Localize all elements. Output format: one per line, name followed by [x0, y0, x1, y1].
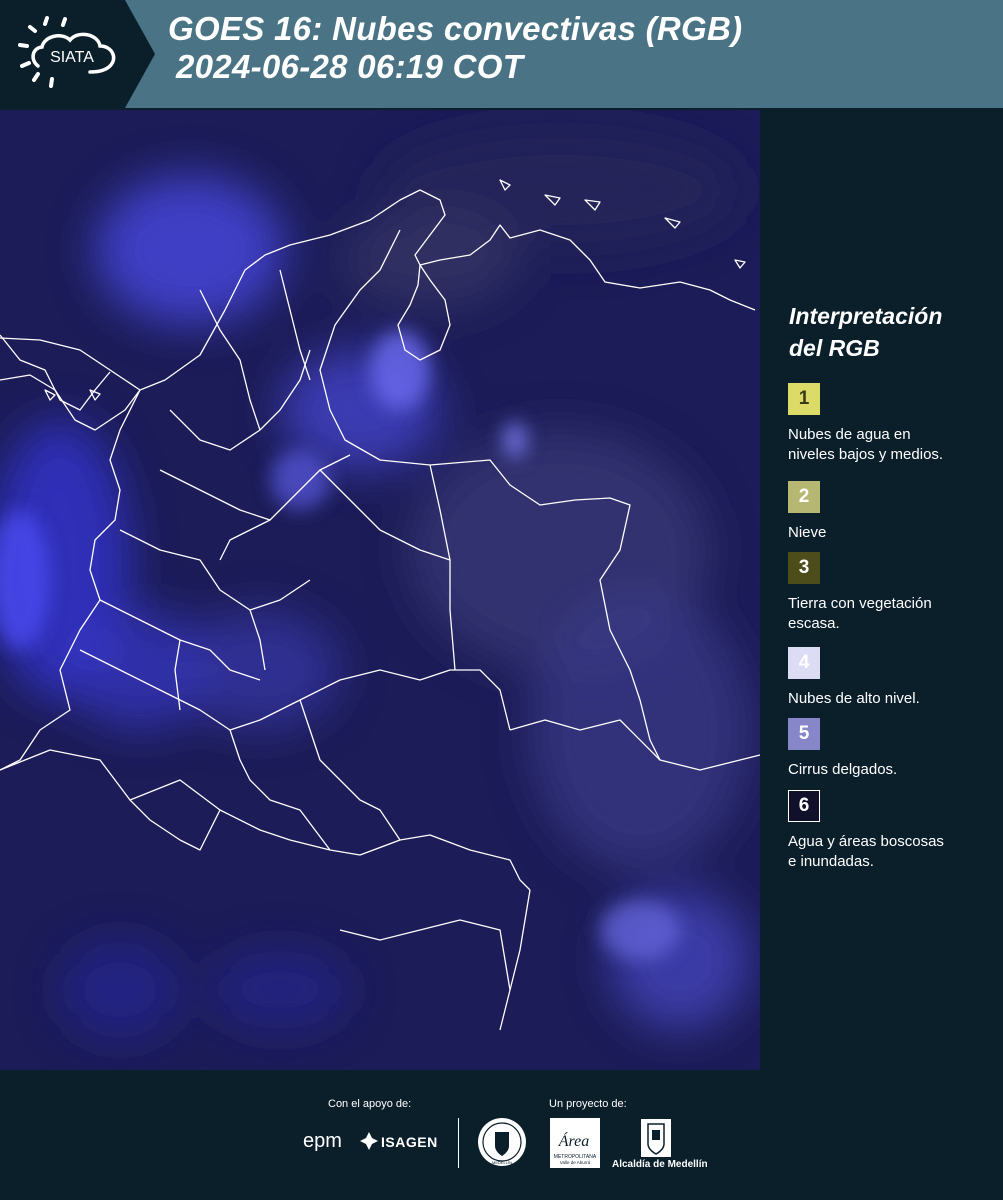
legend-item-2: 2 Nieve: [788, 481, 988, 543]
legend-label-3-line1: Tierra con vegetación: [788, 595, 932, 612]
legend-swatch-1: 1: [788, 383, 820, 415]
svg-text:Área: Área: [558, 1131, 590, 1150]
support-label: Con el apoyo de:: [328, 1098, 412, 1110]
legend-title-line1: Interpretación: [789, 303, 943, 329]
page-title: GOES 16: Nubes convectivas (RGB) 2024-06…: [168, 10, 742, 86]
isagen-text: ISAGEN: [381, 1134, 438, 1150]
satellite-map: [0, 110, 761, 1070]
legend-item-6: 6 Agua y áreas boscosas e inundadas.: [788, 790, 988, 872]
legend-item-3: 3 Tierra con vegetación escasa.: [788, 552, 988, 634]
legend-item-4: 4 Nubes de alto nivel.: [788, 647, 988, 709]
legend-label-6: Agua y áreas boscosas e inundadas.: [788, 832, 988, 872]
alcaldia-emblem-icon: [641, 1119, 671, 1157]
legend-label-5: Cirrus delgados.: [788, 760, 988, 780]
title-line-timestamp: 2024-06-28 06:19 COT: [176, 48, 524, 85]
alcaldia-text: Alcaldía de Medellín: [612, 1159, 708, 1170]
legend-label-2-line1: Nieve: [788, 524, 827, 541]
legend-item-5: 5 Cirrus delgados.: [788, 718, 988, 780]
legend-label-3: Tierra con vegetación escasa.: [788, 594, 988, 634]
isagen-mark-icon: [360, 1132, 378, 1150]
legend-item-1: 1 Nubes de agua en niveles bajos y medio…: [788, 383, 988, 465]
svg-text:Valle de Aburrá: Valle de Aburrá: [560, 1160, 591, 1165]
legend-label-1: Nubes de agua en niveles bajos y medios.: [788, 425, 988, 465]
legend-title-line2: del RGB: [789, 335, 880, 361]
svg-text:MEDELLÍN: MEDELLÍN: [492, 1160, 512, 1165]
legend-swatch-6: 6: [788, 790, 820, 822]
legend-label-5-line1: Cirrus delgados.: [788, 761, 898, 778]
legend-label-2: Nieve: [788, 523, 988, 543]
epm-logo: epm: [303, 1130, 342, 1152]
footer-divider: [458, 1118, 459, 1168]
header-bar: SIATA GOES 16: Nubes convectivas (RGB) 2…: [0, 0, 1003, 108]
svg-text:SIATA: SIATA: [50, 49, 94, 66]
legend-label-6-line1: Agua y áreas boscosas: [788, 833, 944, 850]
legend-swatch-2: 2: [788, 481, 820, 513]
siata-logo: SIATA: [0, 0, 155, 108]
legend-swatch-3: 3: [788, 552, 820, 584]
project-label: Un proyecto de:: [549, 1098, 627, 1110]
title-line-product: GOES 16: Nubes convectivas (RGB): [168, 10, 743, 47]
legend-label-4-line1: Nubes de alto nivel.: [788, 690, 920, 707]
legend-title: Interpretación del RGB: [789, 300, 989, 364]
legend-label-1-line2: niveles bajos y medios.: [788, 446, 944, 463]
legend-label-4: Nubes de alto nivel.: [788, 689, 988, 709]
legend-label-6-line2: e inundadas.: [788, 853, 874, 870]
satellite-imagery-icon: [0, 110, 761, 1070]
isagen-logo: [360, 1132, 378, 1155]
legend-swatch-5: 5: [788, 718, 820, 750]
footer: Con el apoyo de: Un proyecto de: epm ISA…: [0, 1070, 1003, 1200]
legend-label-3-line2: escasa.: [788, 615, 840, 632]
area-metropolitana-logo: Área METROPOLITANA Valle de Aburrá: [550, 1118, 600, 1168]
legend-swatch-4: 4: [788, 647, 820, 679]
medellin-seal-icon: MEDELLÍN: [478, 1118, 526, 1166]
legend-label-1-line1: Nubes de agua en: [788, 426, 911, 443]
